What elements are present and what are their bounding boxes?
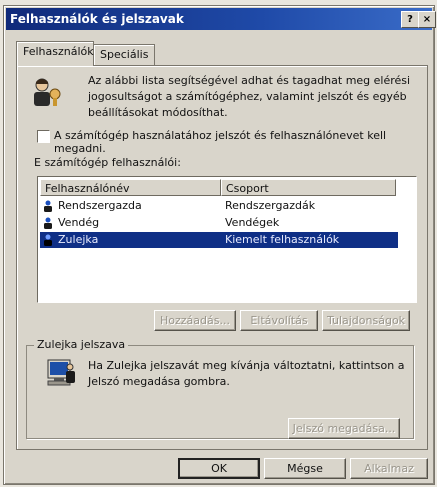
- intro-line-3: beállításokat módosíthat.: [88, 106, 228, 119]
- require-login-label[interactable]: A számítógép használatához jelszót és fe…: [54, 129, 434, 155]
- intro-line-2: jogosultságot a számítógéphez, valamint …: [88, 90, 407, 103]
- users-and-passwords-dialog: Felhasználók és jelszavak ? × Felhasznál…: [3, 5, 436, 485]
- table-row-selected[interactable]: Zulejka Kiemelt felhasználók: [40, 232, 398, 248]
- cell-username: Rendszergazda: [58, 199, 142, 212]
- add-user-button[interactable]: Hozzáadás...: [154, 310, 236, 331]
- column-header-group[interactable]: Csoport: [221, 179, 396, 196]
- tab-users[interactable]: Felhasználók: [16, 41, 94, 66]
- password-text-line-1: Ha Zulejka jelszavát meg kívánja változt…: [88, 359, 405, 372]
- password-group-title: Zulejka jelszava: [34, 338, 129, 351]
- user-properties-button[interactable]: Tulajdonságok: [322, 310, 410, 331]
- remove-user-button[interactable]: Eltávolítás: [240, 310, 318, 331]
- set-password-button[interactable]: Jelszó megadása...: [288, 418, 400, 439]
- window-title: Felhasználók és jelszavak: [10, 12, 184, 26]
- user-icon: [44, 234, 52, 246]
- password-text-line-2: Jelszó megadása gombra.: [88, 375, 230, 388]
- cell-username: Vendég: [58, 216, 100, 229]
- cell-group: Rendszergazdák: [225, 199, 316, 212]
- apply-button[interactable]: Alkalmaz: [350, 458, 428, 479]
- close-button[interactable]: ×: [418, 11, 436, 28]
- require-login-checkbox[interactable]: [37, 130, 50, 143]
- cell-group: Kiemelt felhasználók: [225, 233, 340, 246]
- intro-line-1: Az alábbi lista segítségével adhat és ta…: [88, 74, 411, 87]
- cancel-button[interactable]: Mégse: [264, 458, 346, 479]
- cell-username: Zulejka: [58, 233, 99, 246]
- user-password-icon: [47, 359, 75, 386]
- help-button[interactable]: ?: [401, 11, 419, 28]
- ok-button[interactable]: OK: [178, 458, 260, 479]
- user-icon: [44, 217, 52, 229]
- users-icon: [34, 78, 61, 106]
- cell-group: Vendégek: [225, 216, 280, 229]
- table-row[interactable]: Rendszergazda Rendszergazdák: [40, 198, 398, 214]
- table-row[interactable]: Vendég Vendégek: [40, 215, 398, 231]
- user-icon: [44, 200, 52, 212]
- tab-advanced[interactable]: Speciális: [93, 44, 155, 65]
- users-list-label: E számítógép felhasználói:: [34, 156, 181, 169]
- column-header-username[interactable]: Felhasználónév: [40, 179, 221, 196]
- title-bar[interactable]: Felhasználók és jelszavak ? ×: [6, 8, 436, 30]
- users-list[interactable]: Felhasználónév Csoport Rendszergazda Ren…: [37, 176, 417, 303]
